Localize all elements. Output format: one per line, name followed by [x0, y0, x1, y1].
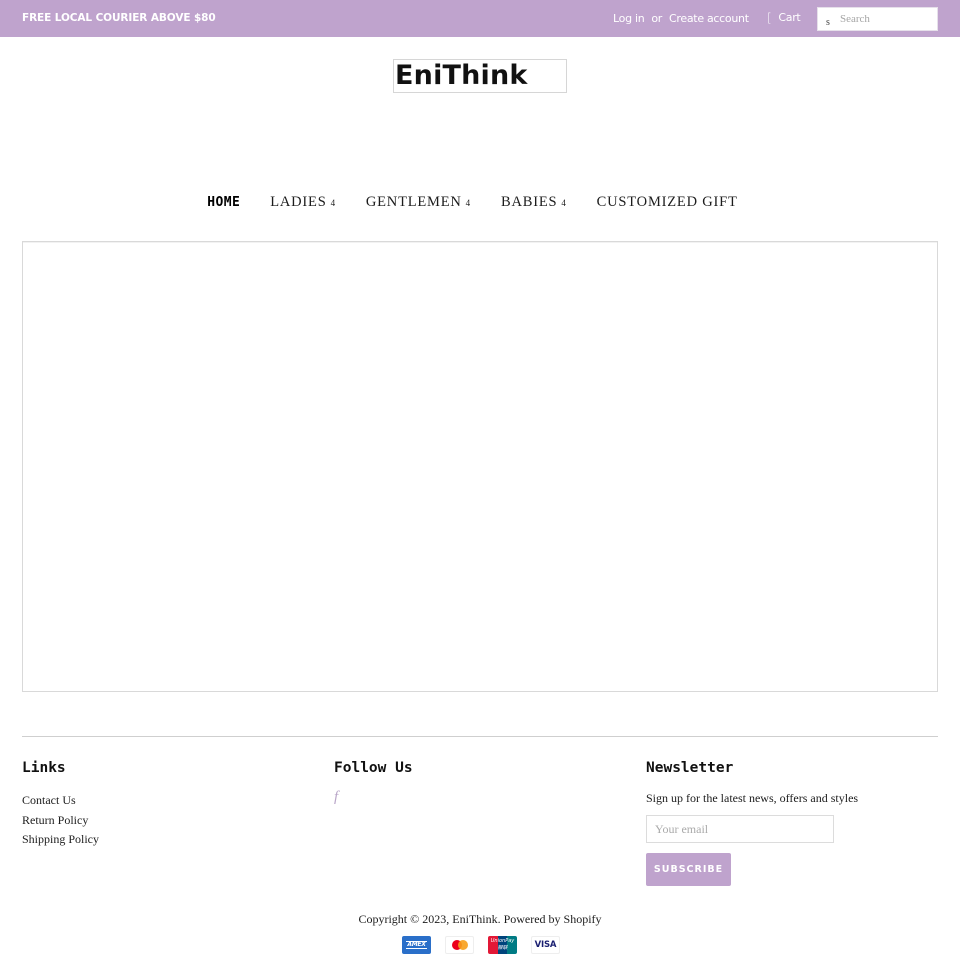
search-input[interactable] — [840, 11, 934, 27]
footer-link-return-policy[interactable]: Return Policy — [22, 811, 99, 831]
nav-label: LADIES — [270, 194, 327, 210]
search-form: s — [817, 7, 938, 31]
announcement-bar: FREE LOCAL COURIER ABOVE $80 Log in or C… — [0, 0, 960, 37]
or-separator: or — [651, 12, 663, 25]
cart-label: Cart — [778, 11, 801, 24]
nav-item-babies[interactable]: BABIES 4 — [501, 194, 567, 211]
main-nav: HOME LADIES 4 GENTLEMEN 4 BABIES 4 CUSTOMIZ… — [0, 194, 960, 211]
chevron-down-icon: 4 — [561, 198, 567, 208]
footer-follow-title: Follow Us — [334, 760, 413, 776]
payment-icons: AMEX UnionPay 银联 VISA — [402, 936, 560, 954]
promo-message: FREE LOCAL COURIER ABOVE $80 — [22, 12, 216, 24]
chevron-down-icon: 4 — [330, 198, 336, 208]
visa-label: VISA — [534, 940, 557, 950]
subscribe-button[interactable]: SUBSCRIBE — [646, 853, 731, 886]
powered-by-shopify-link[interactable]: Powered by Shopify — [504, 912, 602, 926]
unionpay-label: UnionPay 银联 — [490, 938, 515, 951]
nav-item-gentlemen[interactable]: GENTLEMEN 4 — [366, 194, 471, 211]
footer-links-title: Links — [22, 760, 66, 776]
search-icon[interactable]: s — [826, 17, 830, 28]
facebook-icon[interactable]: f — [334, 789, 413, 806]
create-account-link[interactable]: Create account — [669, 12, 749, 25]
nav-label: GENTLEMEN — [365, 194, 462, 210]
hero-banner-placeholder — [22, 241, 938, 692]
visa-icon: VISA — [531, 936, 560, 954]
amex-label: AMEX — [406, 941, 427, 949]
chevron-down-icon: 4 — [465, 198, 471, 208]
unionpay-icon: UnionPay 银联 — [488, 936, 517, 954]
logo-text: EniThink — [395, 60, 528, 91]
footer-link-shipping-policy[interactable]: Shipping Policy — [22, 830, 99, 850]
copyright-brand-link[interactable]: EniThink — [452, 912, 497, 926]
cart-link[interactable]: [ Cart — [767, 11, 801, 25]
nav-item-ladies[interactable]: LADIES 4 — [270, 194, 336, 211]
mastercard-circle-orange — [458, 940, 468, 950]
footer-link-contact-us[interactable]: Contact Us — [22, 791, 99, 811]
nav-item-customized-gift[interactable]: CUSTOMIZED GIFT — [597, 194, 738, 211]
nav-label: BABIES — [500, 194, 558, 210]
mastercard-icon — [445, 936, 474, 954]
amex-icon: AMEX — [402, 936, 431, 954]
nav-label: HOME — [207, 195, 241, 210]
site-logo[interactable]: EniThink — [393, 59, 567, 93]
footer-links-column: Links Contact Us Return Policy Shipping … — [22, 760, 99, 850]
copyright-prefix: Copyright © 2023, — [358, 912, 453, 926]
footer-divider — [22, 736, 938, 737]
login-link[interactable]: Log in — [613, 12, 645, 25]
footer-follow-column: Follow Us f — [334, 760, 413, 806]
account-links: Log in or Create account — [613, 12, 749, 25]
copyright: Copyright © 2023, EniThink. Powered by S… — [0, 912, 960, 927]
footer-links-list: Contact Us Return Policy Shipping Policy — [22, 791, 99, 850]
nav-item-home[interactable]: HOME — [207, 195, 240, 210]
cart-icon: [ — [767, 11, 772, 25]
footer-newsletter-title: Newsletter — [646, 760, 734, 776]
newsletter-description: Sign up for the latest news, offers and … — [646, 791, 859, 805]
nav-label: CUSTOMIZED GIFT — [596, 194, 738, 210]
footer-newsletter-column: Newsletter Sign up for the latest news, … — [646, 760, 858, 886]
newsletter-email-input[interactable] — [646, 815, 834, 843]
